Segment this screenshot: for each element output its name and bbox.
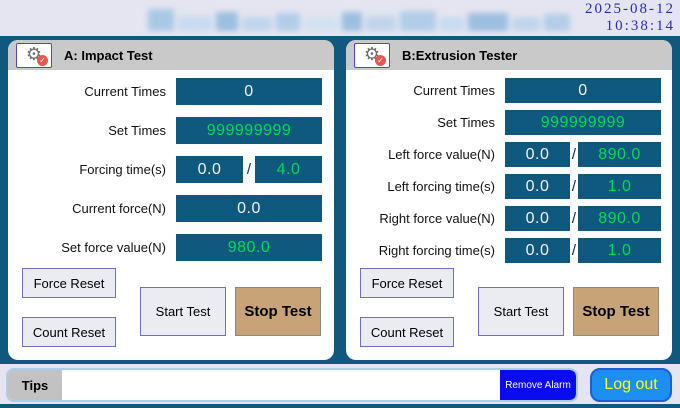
count-reset-button-b[interactable]: Count Reset <box>360 317 454 347</box>
field-label: Set Times <box>437 115 495 130</box>
logout-button[interactable]: Log out <box>590 368 672 402</box>
field-current-times-b: Current Times 0 <box>346 78 672 103</box>
field-left-force-b: Left force value(N) 0.0 / 890.0 <box>346 142 672 167</box>
hmi-screen: 2025-08-12 10:38:14 ⚙ ✓ A: Impact Test C… <box>0 0 680 408</box>
left-force-current: 0.0 <box>505 142 570 167</box>
datetime-display: 2025-08-12 10:38:14 <box>585 1 675 35</box>
slash-separator: / <box>571 242 577 259</box>
tips-message <box>62 370 500 400</box>
slash-separator: / <box>571 210 577 227</box>
slash-separator: / <box>571 178 577 195</box>
field-label: Current force(N) <box>72 201 166 216</box>
set-times-value[interactable]: 999999999 <box>176 117 322 144</box>
set-times-value[interactable]: 999999999 <box>505 110 661 135</box>
field-right-forcing-time-b: Right forcing time(s) 0.0 / 1.0 <box>346 238 672 263</box>
slash-separator: / <box>571 146 577 163</box>
field-current-force-a: Current force(N) 0.0 <box>8 195 334 222</box>
field-label: Right force value(N) <box>379 211 495 226</box>
panel-extrusion-tester: ⚙ ✓ B:Extrusion Tester Current Times 0 S… <box>346 40 672 360</box>
force-reset-button-a[interactable]: Force Reset <box>22 268 116 298</box>
panel-b-header: ⚙ ✓ B:Extrusion Tester <box>346 40 672 70</box>
field-label: Current Times <box>413 83 495 98</box>
right-forcing-time-current: 0.0 <box>505 238 570 263</box>
count-reset-button-a[interactable]: Count Reset <box>22 317 116 347</box>
field-label: Left force value(N) <box>388 147 495 162</box>
tips-bar: Tips Remove Alarm <box>6 368 578 402</box>
field-set-force-a: Set force value(N) 980.0 <box>8 234 334 261</box>
left-forcing-time-current: 0.0 <box>505 174 570 199</box>
remove-alarm-button[interactable]: Remove Alarm <box>500 370 576 400</box>
slash-separator: / <box>246 161 252 178</box>
check-badge-icon: ✓ <box>37 54 48 66</box>
window-title-redacted <box>148 7 570 31</box>
settings-button-a[interactable]: ⚙ ✓ <box>16 42 52 68</box>
field-set-times-b: Set Times 999999999 <box>346 110 672 135</box>
panel-a-header: ⚙ ✓ A: Impact Test <box>8 40 334 70</box>
start-test-button-b[interactable]: Start Test <box>478 287 564 336</box>
current-force-value: 0.0 <box>176 195 322 222</box>
panel-b-title: B:Extrusion Tester <box>402 47 518 63</box>
field-label: Set Times <box>108 123 166 138</box>
status-bar: Tips Remove Alarm Log out <box>0 364 680 404</box>
field-right-force-b: Right force value(N) 0.0 / 890.0 <box>346 206 672 231</box>
right-force-current: 0.0 <box>505 206 570 231</box>
check-badge-icon: ✓ <box>375 54 386 66</box>
current-times-value: 0 <box>505 78 661 103</box>
field-label: Left forcing time(s) <box>387 179 495 194</box>
tips-label: Tips <box>8 370 62 400</box>
date-text: 2025-08-12 <box>585 1 675 17</box>
field-label: Forcing time(s) <box>79 162 166 177</box>
set-force-value[interactable]: 980.0 <box>176 234 322 261</box>
right-force-set[interactable]: 890.0 <box>578 206 661 231</box>
right-forcing-time-set[interactable]: 1.0 <box>578 238 661 263</box>
left-force-set[interactable]: 890.0 <box>578 142 661 167</box>
field-forcing-time-a: Forcing time(s) 0.0 / 4.0 <box>8 156 334 183</box>
left-forcing-time-set[interactable]: 1.0 <box>578 174 661 199</box>
field-label: Right forcing time(s) <box>378 243 495 258</box>
field-current-times-a: Current Times 0 <box>8 78 334 105</box>
stop-test-button-a[interactable]: Stop Test <box>235 287 321 336</box>
panel-impact-test: ⚙ ✓ A: Impact Test Current Times 0 Set T… <box>8 40 334 360</box>
field-left-forcing-time-b: Left forcing time(s) 0.0 / 1.0 <box>346 174 672 199</box>
forcing-time-set[interactable]: 4.0 <box>255 156 322 183</box>
current-times-value: 0 <box>176 78 322 105</box>
time-text: 10:38:14 <box>605 18 675 34</box>
settings-button-b[interactable]: ⚙ ✓ <box>354 42 390 68</box>
titlebar: 2025-08-12 10:38:14 <box>0 0 680 36</box>
panel-a-title: A: Impact Test <box>64 47 153 63</box>
field-label: Set force value(N) <box>61 240 166 255</box>
forcing-time-current: 0.0 <box>176 156 243 183</box>
start-test-button-a[interactable]: Start Test <box>140 287 226 336</box>
field-set-times-a: Set Times 999999999 <box>8 117 334 144</box>
force-reset-button-b[interactable]: Force Reset <box>360 268 454 298</box>
field-label: Current Times <box>84 84 166 99</box>
stop-test-button-b[interactable]: Stop Test <box>573 287 659 336</box>
